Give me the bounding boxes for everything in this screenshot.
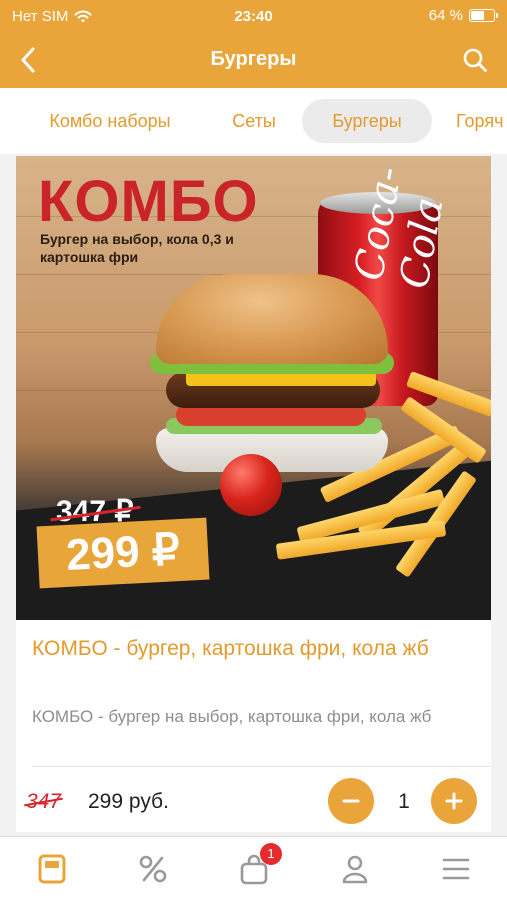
quantity-value: 1 bbox=[398, 790, 410, 813]
back-button[interactable] bbox=[8, 40, 48, 80]
cart-badge: 1 bbox=[260, 843, 282, 865]
product-title[interactable]: КОМБО - бургер, картошка фри, кола жб bbox=[32, 634, 472, 663]
burger-bun-top bbox=[156, 274, 388, 364]
tab-burgers[interactable]: Бургеры bbox=[302, 99, 432, 143]
bottom-navigation: 1 bbox=[0, 836, 507, 900]
price-row: 347 299 руб. 1 bbox=[16, 770, 491, 832]
product-image[interactable]: КОМБО Бургер на выбор, кола 0,3 и картош… bbox=[16, 156, 491, 620]
old-price: 347 bbox=[26, 790, 62, 813]
nav-promotions[interactable] bbox=[131, 849, 175, 889]
banner-price-tag: 299 ₽ bbox=[36, 517, 210, 589]
tab-combo-sets[interactable]: Комбо наборы bbox=[22, 99, 198, 143]
hamburger-icon bbox=[442, 858, 470, 880]
minus-icon bbox=[342, 799, 360, 803]
divider bbox=[32, 766, 491, 767]
banner-title: КОМБО bbox=[38, 169, 259, 234]
product-description: КОМБО - бургер на выбор, картошка фри, к… bbox=[32, 707, 432, 726]
product-card[interactable]: КОМБО Бургер на выбор, кола 0,3 и картош… bbox=[16, 156, 491, 832]
tab-sets[interactable]: Сеты bbox=[212, 99, 296, 143]
menu-icon bbox=[38, 854, 66, 884]
plus-icon bbox=[445, 792, 463, 810]
status-bar: Нет SIM 23:40 64 % bbox=[0, 0, 507, 32]
tab-hot[interactable]: Горяч bbox=[444, 99, 507, 143]
cherry-tomato bbox=[220, 454, 282, 516]
cola-can-logo: Coca-Cola bbox=[346, 163, 453, 292]
nav-cart[interactable]: 1 bbox=[232, 843, 282, 889]
current-price: 299 руб. bbox=[88, 790, 169, 813]
nav-menu[interactable] bbox=[30, 849, 74, 889]
search-button[interactable] bbox=[455, 40, 495, 80]
navigation-bar: Бургеры bbox=[0, 32, 507, 88]
profile-icon bbox=[342, 855, 368, 884]
battery-level bbox=[471, 11, 485, 20]
search-icon bbox=[463, 48, 487, 72]
percent-icon bbox=[139, 855, 167, 883]
category-tabs: Комбо наборы Сеты Бургеры Горяч bbox=[0, 88, 507, 154]
chevron-left-icon bbox=[21, 47, 35, 73]
battery-icon bbox=[469, 9, 498, 22]
nav-more[interactable] bbox=[434, 849, 478, 889]
increase-quantity-button[interactable] bbox=[431, 778, 477, 824]
battery-info: 64 % bbox=[428, 7, 498, 24]
decrease-quantity-button[interactable] bbox=[328, 778, 374, 824]
battery-percent: 64 % bbox=[428, 7, 463, 24]
page-title: Бургеры bbox=[210, 48, 297, 70]
nav-profile[interactable] bbox=[333, 849, 377, 889]
banner-subtitle: Бургер на выбор, кола 0,3 и картошка фри bbox=[40, 231, 234, 265]
